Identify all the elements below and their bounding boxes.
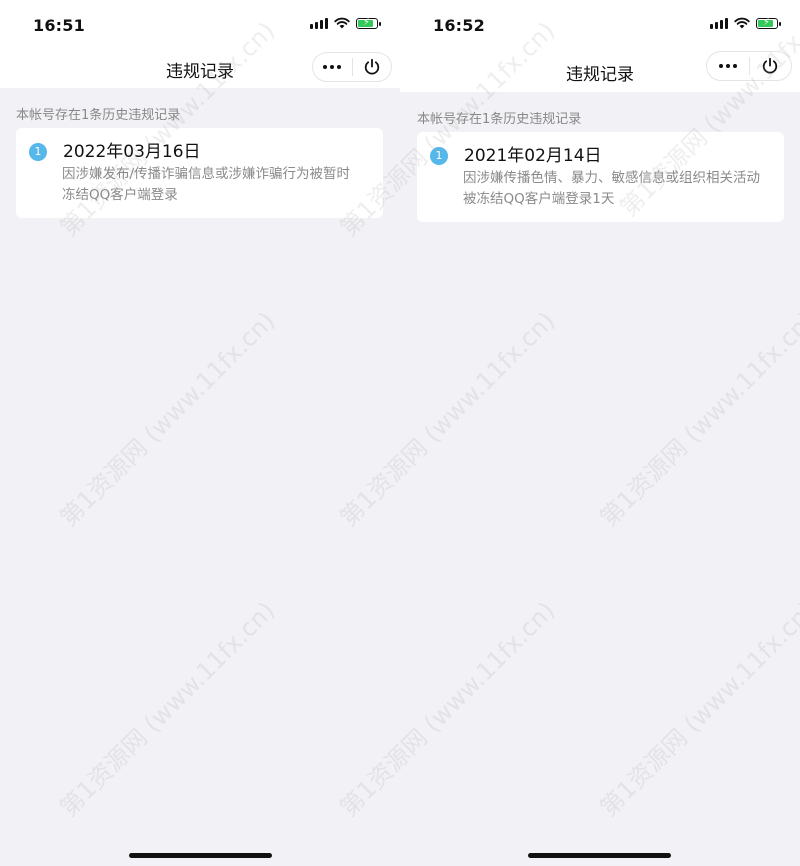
cellular-signal-icon: [310, 17, 328, 29]
more-dots-icon: [323, 65, 342, 69]
mini-program-capsule: [706, 51, 792, 81]
wifi-icon: [734, 17, 750, 29]
navigation-bar: 违规记录: [400, 48, 800, 92]
screen-right: 16:52 ⚡ 违规记录 本帐号存在1条历史违规记录 1 2021年02月14日…: [400, 0, 800, 866]
mini-program-capsule: [312, 52, 392, 82]
battery-charging-icon: ⚡: [756, 17, 781, 29]
violation-record-card: 1 2022年03月16日 因涉嫌发布/传播诈骗信息或涉嫌诈骗行为被暂时冻结QQ…: [16, 128, 383, 218]
battery-charging-icon: ⚡: [356, 17, 381, 29]
close-button[interactable]: [750, 52, 792, 80]
record-count-note: 本帐号存在1条历史违规记录: [417, 112, 582, 127]
status-bar: 16:51 ⚡: [0, 0, 400, 48]
record-index-badge: 1: [29, 143, 47, 161]
record-date: 2022年03月16日: [63, 142, 201, 162]
record-date: 2021年02月14日: [464, 146, 602, 166]
close-button[interactable]: [353, 53, 392, 81]
more-dots-icon: [718, 64, 737, 68]
status-icons: ⚡: [710, 17, 781, 29]
more-button[interactable]: [313, 53, 352, 81]
wifi-icon: [334, 17, 350, 29]
power-icon: [364, 58, 379, 75]
more-button[interactable]: [707, 52, 749, 80]
screen-left: 16:51 ⚡ 违规记录 本帐号存在1条历史违规记录 1 2022年03月16日…: [0, 0, 400, 866]
cellular-signal-icon: [710, 17, 728, 29]
record-description: 因涉嫌传播色情、暴力、敏感信息或组织相关活动被冻结QQ客户端登录1天: [463, 170, 760, 207]
record-description: 因涉嫌发布/传播诈骗信息或涉嫌诈骗行为被暂时冻结QQ客户端登录: [62, 166, 351, 203]
home-indicator: [528, 853, 671, 858]
home-indicator: [129, 853, 272, 858]
status-bar: 16:52 ⚡: [400, 0, 800, 48]
status-icons: ⚡: [310, 17, 381, 29]
power-icon: [763, 57, 778, 74]
status-time: 16:51: [33, 16, 85, 35]
navigation-bar: 违规记录: [0, 48, 400, 88]
status-time: 16:52: [433, 16, 485, 35]
violation-record-card: 1 2021年02月14日 因涉嫌传播色情、暴力、敏感信息或组织相关活动被冻结Q…: [417, 132, 784, 222]
record-index-badge: 1: [430, 147, 448, 165]
record-count-note: 本帐号存在1条历史违规记录: [16, 108, 181, 123]
